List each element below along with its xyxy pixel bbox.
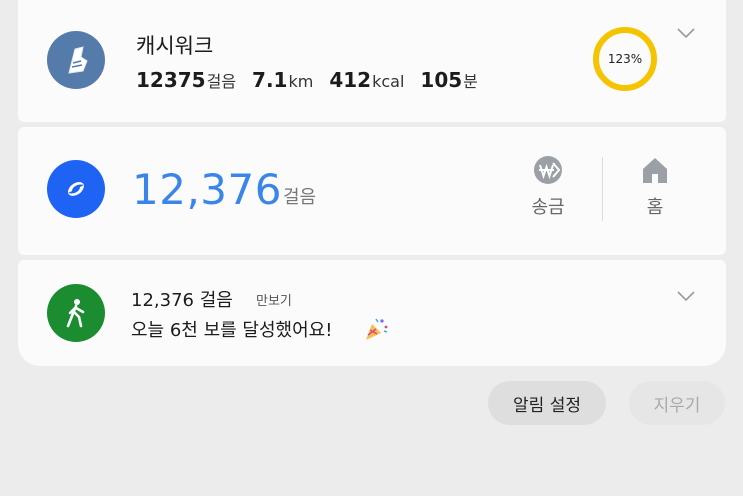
pedometer-app-name: 만보기 (256, 294, 292, 309)
party-popper-icon (366, 318, 388, 340)
chevron-down-icon[interactable] (677, 28, 695, 38)
distance-stat: 7.1 km (252, 68, 313, 92)
pedometer-notification-card[interactable]: 12,376 걸음 만보기 오늘 6천 보를 달성했어요! (18, 260, 726, 366)
send-label: 송금 (531, 197, 565, 218)
cashwalk-title: 캐시워크 (136, 34, 214, 58)
toss-widget-card[interactable]: 12,376 걸음 송금 홈 (18, 127, 726, 255)
send-money-button[interactable]: 송금 (518, 155, 578, 219)
home-button[interactable]: 홈 (625, 155, 685, 219)
minutes-unit: 분 (463, 72, 478, 91)
steps-unit: 걸음 (206, 72, 237, 91)
cashwalk-app-icon (47, 31, 105, 89)
goal-percent-label: 123% (607, 52, 643, 66)
chevron-down-icon[interactable] (677, 291, 695, 301)
calories-value: 412 (329, 68, 372, 92)
steps-value: 12375 (136, 68, 206, 92)
toss-steps-unit: 걸음 (283, 187, 317, 208)
distance-value: 7.1 (252, 68, 288, 92)
home-label: 홈 (646, 197, 664, 218)
toss-steps-value: 12,376 (132, 165, 282, 214)
pedometer-title: 12,376 걸음 (131, 290, 233, 311)
walking-person-icon (66, 299, 85, 328)
toss-logo-icon (68, 182, 84, 196)
toss-app-icon (47, 160, 105, 218)
home-icon (643, 158, 667, 183)
minutes-stat: 105 분 (420, 68, 477, 92)
pedometer-app-icon (47, 284, 105, 342)
cashwalk-stats: 12375 걸음 7.1 km 412 kcal 105 분 (136, 68, 494, 92)
steps-stat: 12375 걸음 (136, 68, 236, 92)
shoe-icon (68, 46, 88, 74)
calories-stat: 412 kcal (329, 68, 404, 92)
cashwalk-notification-card[interactable]: 캐시워크 12375 걸음 7.1 km 412 kcal 105 분 123% (18, 0, 726, 122)
action-divider (602, 157, 603, 221)
won-coin-icon (534, 156, 562, 184)
calories-unit: kcal (372, 72, 405, 91)
clear-notifications-button[interactable]: 지우기 (629, 381, 725, 425)
pedometer-message: 오늘 6천 보를 달성했어요! (131, 320, 333, 341)
minutes-value: 105 (420, 68, 463, 92)
distance-unit: km (288, 72, 314, 91)
notification-settings-button[interactable]: 알림 설정 (488, 381, 606, 425)
